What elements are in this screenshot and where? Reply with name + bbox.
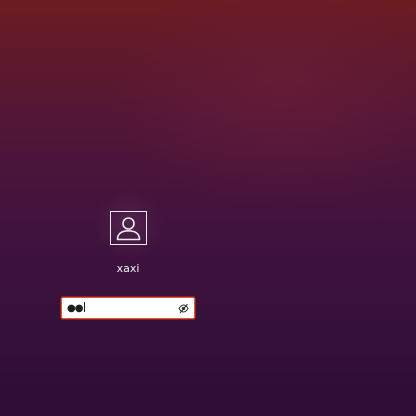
password-field[interactable]: ●●	[61, 297, 195, 319]
username-label: xaxi	[116, 262, 140, 275]
user-avatar-icon[interactable]	[110, 211, 147, 245]
login-screen: xaxi ●●	[0, 0, 416, 416]
eye-slash-icon[interactable]	[178, 303, 189, 314]
password-input[interactable]: ●●	[67, 301, 86, 316]
text-caret	[84, 302, 86, 312]
password-masked-value: ●●	[67, 303, 83, 314]
user-silhouette-icon	[116, 217, 141, 241]
